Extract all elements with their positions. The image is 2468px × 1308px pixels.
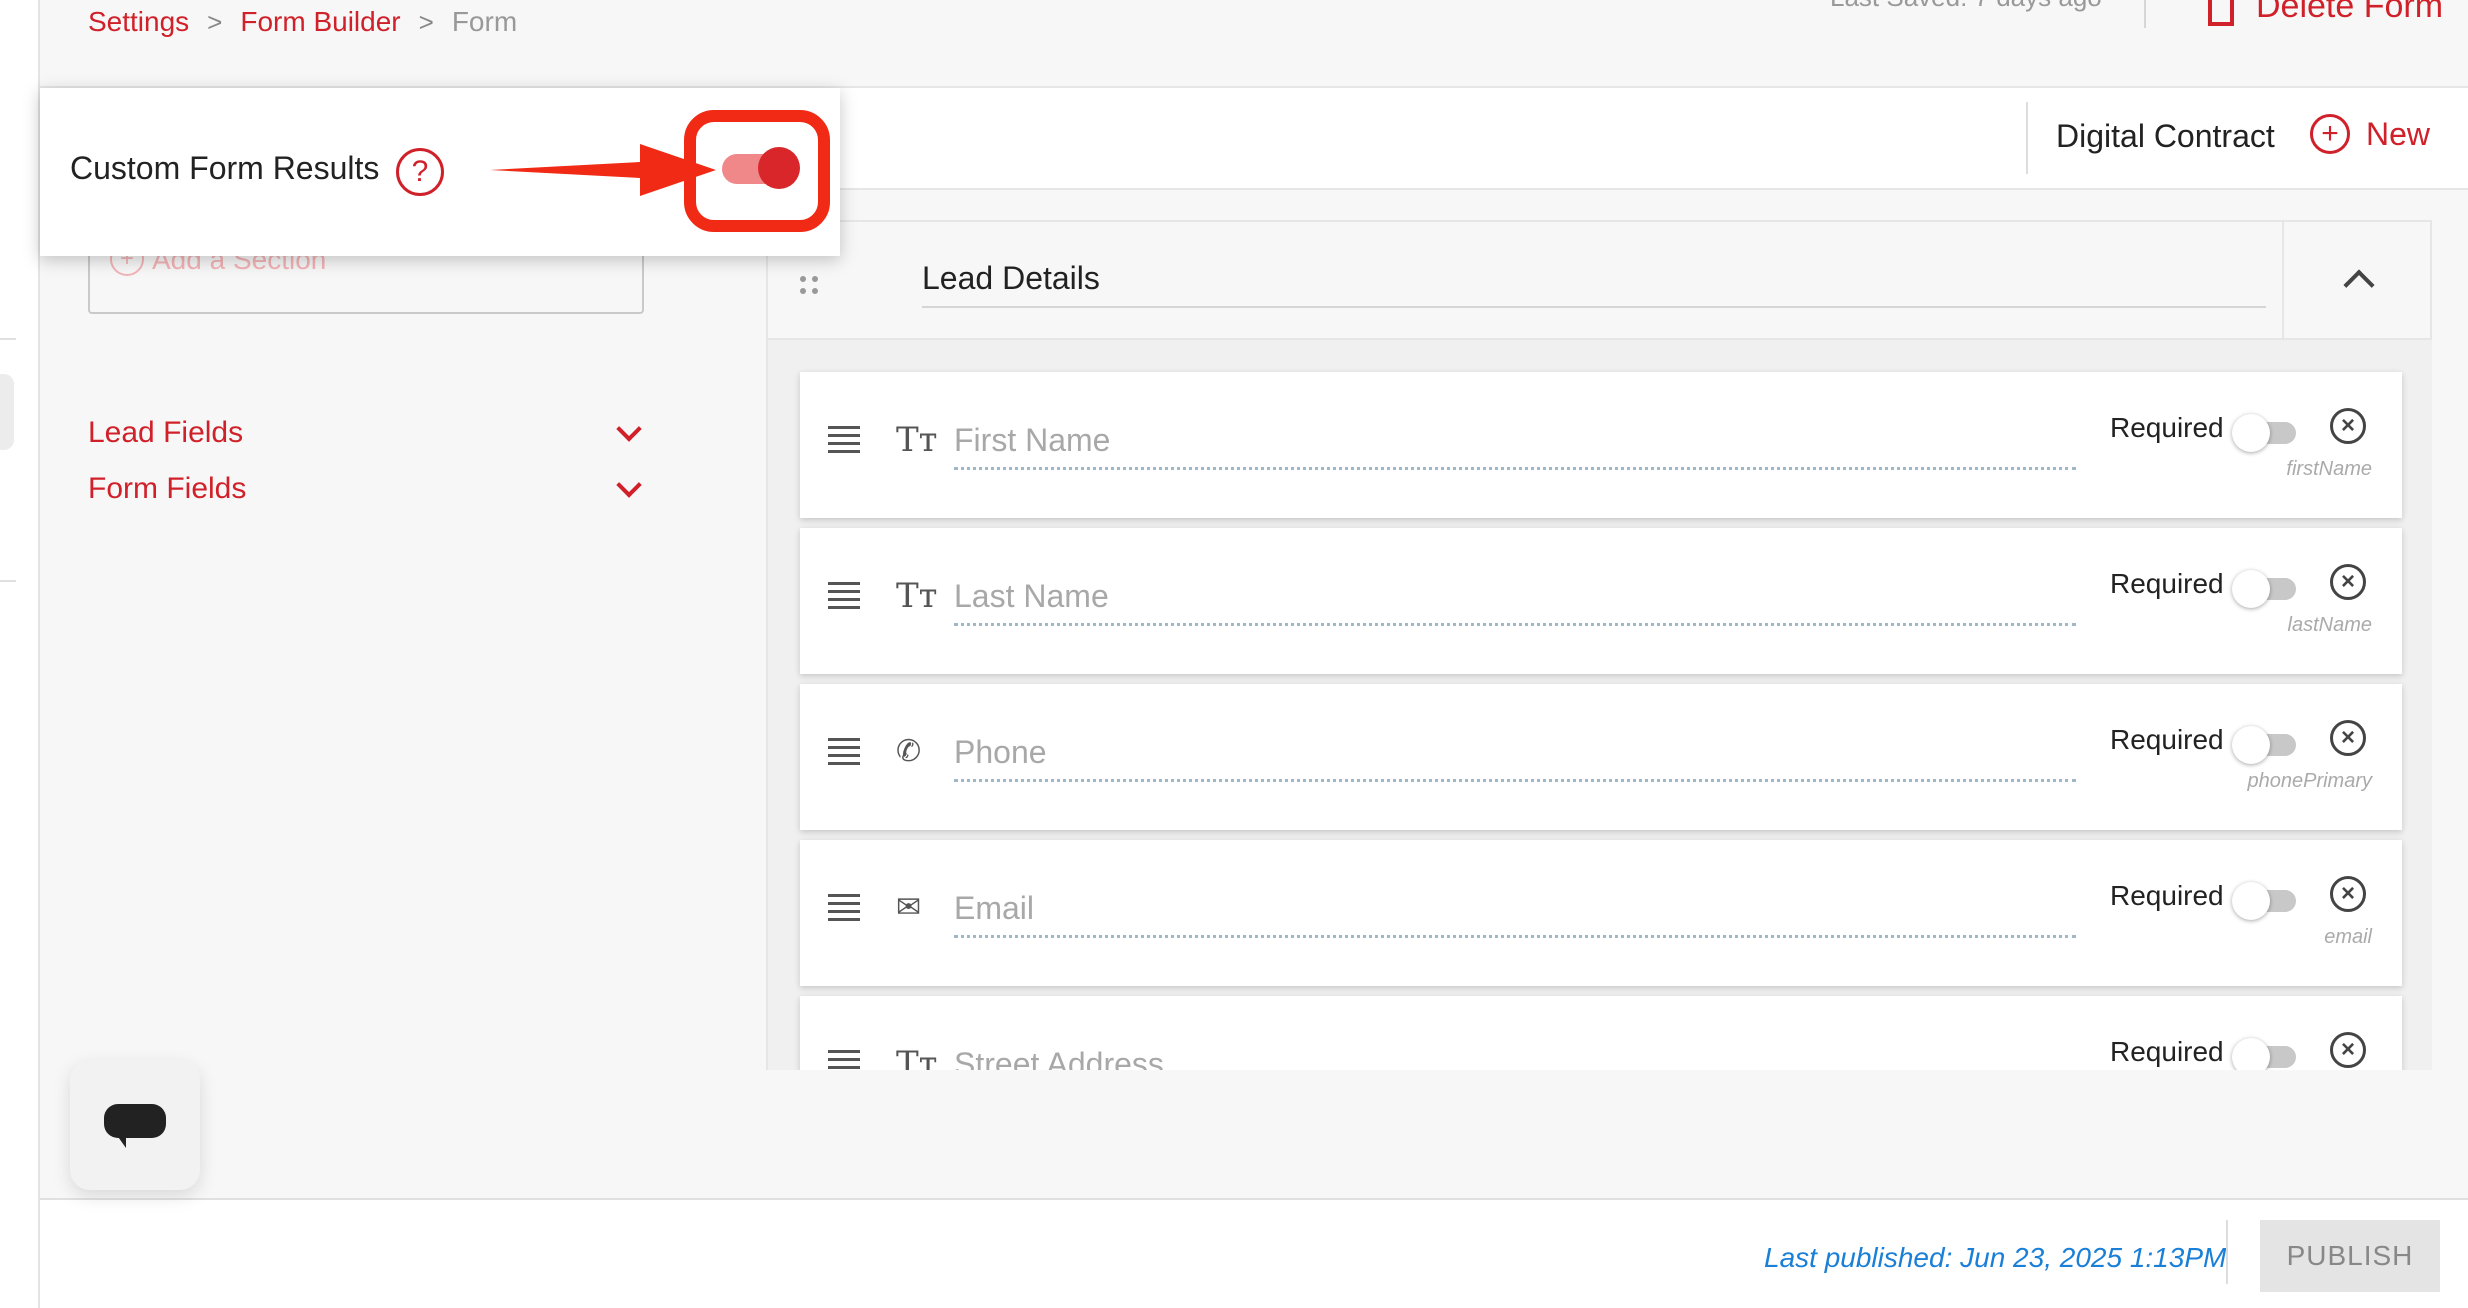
reorder-icon[interactable] bbox=[828, 426, 860, 453]
required-toggle[interactable] bbox=[2232, 412, 2302, 452]
custom-form-results-popover: Custom Form Results ? bbox=[40, 88, 840, 256]
breadcrumb-form-builder[interactable]: Form Builder bbox=[240, 6, 400, 38]
section-title[interactable]: Lead Details bbox=[922, 260, 2266, 308]
new-contract-button[interactable]: + New bbox=[2310, 114, 2430, 154]
field-row: Tт Last Name Required × lastName bbox=[800, 528, 2402, 674]
field-key: phonePrimary bbox=[2247, 770, 2372, 792]
delete-form-button[interactable]: Delete Form bbox=[2208, 0, 2443, 26]
toolbar-divider bbox=[2026, 102, 2028, 174]
required-label: Required bbox=[2110, 880, 2224, 911]
chat-bubble-icon bbox=[104, 1104, 166, 1138]
chevron-down-icon bbox=[616, 416, 642, 442]
reorder-icon[interactable] bbox=[828, 738, 860, 765]
breadcrumb-current: Form bbox=[451, 6, 518, 37]
last-published-text: Last published: Jun 23, 2025 1:13PM bbox=[1764, 1242, 2227, 1273]
required-toggle[interactable] bbox=[2232, 880, 2302, 920]
form-canvas: Lead Details Tт First Name Required × fi… bbox=[766, 220, 2432, 1070]
breadcrumb-settings[interactable]: Settings bbox=[88, 6, 189, 38]
trash-icon bbox=[2208, 0, 2234, 26]
plus-circle-icon: + bbox=[2310, 114, 2350, 154]
reorder-icon[interactable] bbox=[828, 582, 860, 609]
text-type-icon: Tт bbox=[896, 1044, 938, 1070]
breadcrumb-separator: > bbox=[418, 6, 434, 37]
lead-fields-group[interactable]: Lead Fields bbox=[88, 416, 648, 450]
publish-button[interactable]: PUBLISH bbox=[2260, 1220, 2440, 1292]
field-row: Tт First Name Required × firstName bbox=[800, 372, 2402, 518]
required-toggle[interactable] bbox=[2232, 1036, 2302, 1070]
page-footer: Last published: Jun 23, 2025 1:13PM PUBL… bbox=[40, 1198, 2468, 1308]
phone-icon: ✆ bbox=[896, 734, 922, 769]
new-label: New bbox=[2366, 115, 2431, 152]
form-fields-label: Form Fields bbox=[88, 472, 247, 505]
text-type-icon: Tт bbox=[896, 420, 938, 460]
field-label[interactable]: Email bbox=[954, 890, 2076, 938]
breadcrumb: Settings > Form Builder > Form bbox=[88, 6, 517, 38]
field-label[interactable]: Last Name bbox=[954, 578, 2076, 626]
section-header: Lead Details bbox=[766, 220, 2432, 340]
field-row: Tт Street Address Required × bbox=[800, 996, 2402, 1070]
rail-divider bbox=[0, 338, 16, 340]
required-toggle[interactable] bbox=[2232, 568, 2302, 608]
page-header: Settings > Form Builder > Form Last Save… bbox=[40, 0, 2468, 88]
field-row: ✉ Email Required × email bbox=[800, 840, 2402, 986]
required-label: Required bbox=[2110, 1036, 2224, 1067]
custom-form-results-toggle[interactable] bbox=[722, 144, 800, 194]
remove-field-icon[interactable]: × bbox=[2330, 1032, 2366, 1068]
fields-list: Tт First Name Required × firstName Tт La… bbox=[766, 340, 2432, 1070]
required-toggle[interactable] bbox=[2232, 724, 2302, 764]
left-rail bbox=[0, 0, 40, 1308]
chevron-up-icon bbox=[2343, 269, 2375, 301]
breadcrumb-separator: > bbox=[207, 6, 223, 37]
rail-divider bbox=[0, 580, 16, 582]
required-label: Required bbox=[2110, 724, 2224, 755]
chat-bubble-tail bbox=[116, 1134, 126, 1148]
left-panel: + Add a Section Lead Fields Form Fields bbox=[40, 190, 766, 1198]
reorder-icon[interactable] bbox=[828, 894, 860, 921]
remove-field-icon[interactable]: × bbox=[2330, 720, 2366, 756]
field-label[interactable]: First Name bbox=[954, 422, 2076, 470]
header-divider bbox=[2144, 0, 2146, 28]
field-label[interactable]: Phone bbox=[954, 734, 2076, 782]
lead-fields-label: Lead Fields bbox=[88, 416, 244, 449]
remove-field-icon[interactable]: × bbox=[2330, 408, 2366, 444]
field-row: ✆ Phone Required × phonePrimary bbox=[800, 684, 2402, 830]
remove-field-icon[interactable]: × bbox=[2330, 876, 2366, 912]
collapse-section-button[interactable] bbox=[2282, 222, 2432, 338]
text-type-icon: Tт bbox=[896, 576, 938, 616]
delete-form-label: Delete Form bbox=[2256, 0, 2444, 25]
footer-divider bbox=[2226, 1220, 2228, 1284]
chat-widget-button[interactable] bbox=[70, 1060, 200, 1190]
help-circle-icon[interactable]: ? bbox=[396, 148, 444, 196]
chevron-down-icon bbox=[616, 472, 642, 498]
reorder-icon[interactable] bbox=[828, 1050, 860, 1070]
remove-field-icon[interactable]: × bbox=[2330, 564, 2366, 600]
field-key: lastName bbox=[2287, 614, 2372, 636]
digital-contract-label[interactable]: Digital Contract bbox=[2056, 118, 2275, 155]
field-key: firstName bbox=[2286, 458, 2372, 480]
field-label[interactable]: Street Address bbox=[954, 1046, 2076, 1070]
rail-tab[interactable] bbox=[0, 374, 14, 450]
field-key: email bbox=[2324, 926, 2372, 948]
required-label: Required bbox=[2110, 568, 2224, 599]
custom-form-results-label: Custom Form Results bbox=[70, 150, 380, 186]
drag-handle-icon[interactable] bbox=[800, 276, 820, 296]
mail-icon: ✉ bbox=[896, 890, 922, 925]
required-label: Required bbox=[2110, 412, 2224, 443]
form-fields-group[interactable]: Form Fields bbox=[88, 472, 648, 506]
last-saved-text: Last Saved: 7 days ago bbox=[1830, 0, 2102, 13]
